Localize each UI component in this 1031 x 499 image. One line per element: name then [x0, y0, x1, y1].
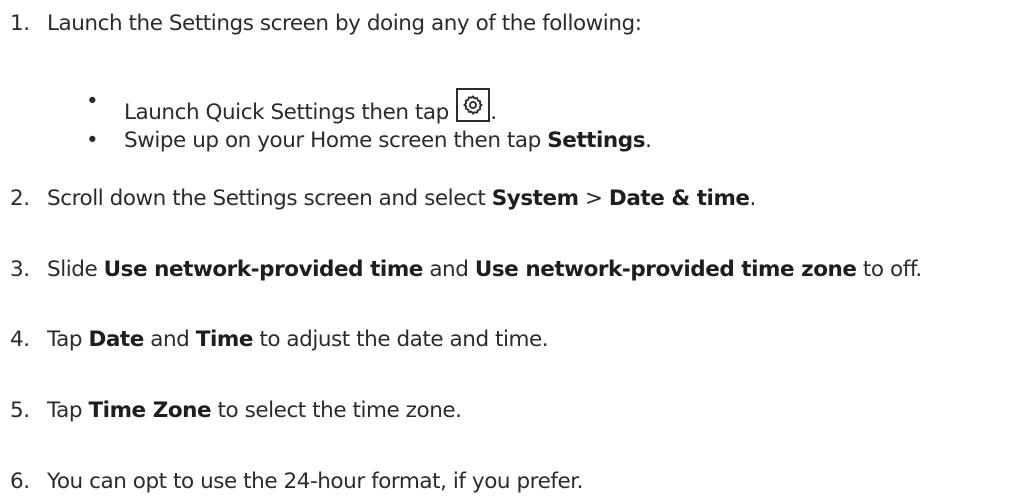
system-label: System — [491, 186, 579, 211]
gear-icon — [456, 88, 491, 122]
step-text: > — [578, 186, 609, 211]
substep-punct: . — [645, 128, 652, 153]
substep-text: Launch Quick Settings then tap — [124, 100, 449, 125]
network-time-zone-label: Use network-provided time zone — [474, 257, 857, 282]
step-number: 4. — [10, 327, 30, 352]
substep-quick-settings: Launch Quick Settings then tap . — [124, 88, 497, 127]
step-number: 5. — [10, 398, 30, 423]
settings-label: Settings — [547, 128, 646, 153]
step-5: 5. Tap Time Zone to select the time zone. — [0, 397, 462, 425]
step-text: Tap — [47, 398, 89, 423]
step-number: 2. — [10, 186, 30, 211]
step-text: You can opt to use the 24-hour format, i… — [47, 469, 584, 494]
date-time-label: Date & time — [608, 186, 750, 211]
step-text: and — [422, 257, 475, 282]
step-text: to select the time zone. — [211, 398, 462, 423]
step-2: 2. Scroll down the Settings screen and se… — [0, 185, 756, 213]
step-number: 3. — [10, 257, 30, 282]
step-1: 1. Launch the Settings screen by doing an… — [0, 10, 642, 38]
step-text: Slide — [47, 257, 104, 282]
time-zone-label: Time Zone — [88, 398, 212, 423]
step-3: 3. Slide Use network-provided time and Us… — [0, 256, 922, 284]
step-text: and — [143, 327, 196, 352]
step-text: to adjust the date and time. — [252, 327, 549, 352]
substep-punct: . — [490, 100, 497, 125]
step-text: Launch the Settings screen by doing any … — [47, 11, 642, 36]
bullet: • — [86, 128, 99, 153]
network-time-label: Use network-provided time — [103, 257, 424, 282]
step-text: . — [749, 186, 757, 211]
substep-text: Swipe up on your Home screen then tap — [124, 128, 548, 153]
time-label: Time — [195, 327, 254, 352]
date-label: Date — [88, 327, 144, 352]
step-text: Tap — [47, 327, 89, 352]
step-4: 4. Tap Date and Time to adjust the date a… — [0, 326, 549, 354]
substep-swipe-up: Swipe up on your Home screen then tap Se… — [124, 127, 652, 155]
step-text: Scroll down the Settings screen and sele… — [47, 186, 492, 211]
bullet: • — [86, 89, 99, 114]
step-number: 6. — [10, 469, 30, 494]
step-text: to off. — [856, 257, 922, 282]
step-6: 6. You can opt to use the 24-hour format,… — [0, 468, 583, 496]
step-number: 1. — [10, 11, 30, 36]
